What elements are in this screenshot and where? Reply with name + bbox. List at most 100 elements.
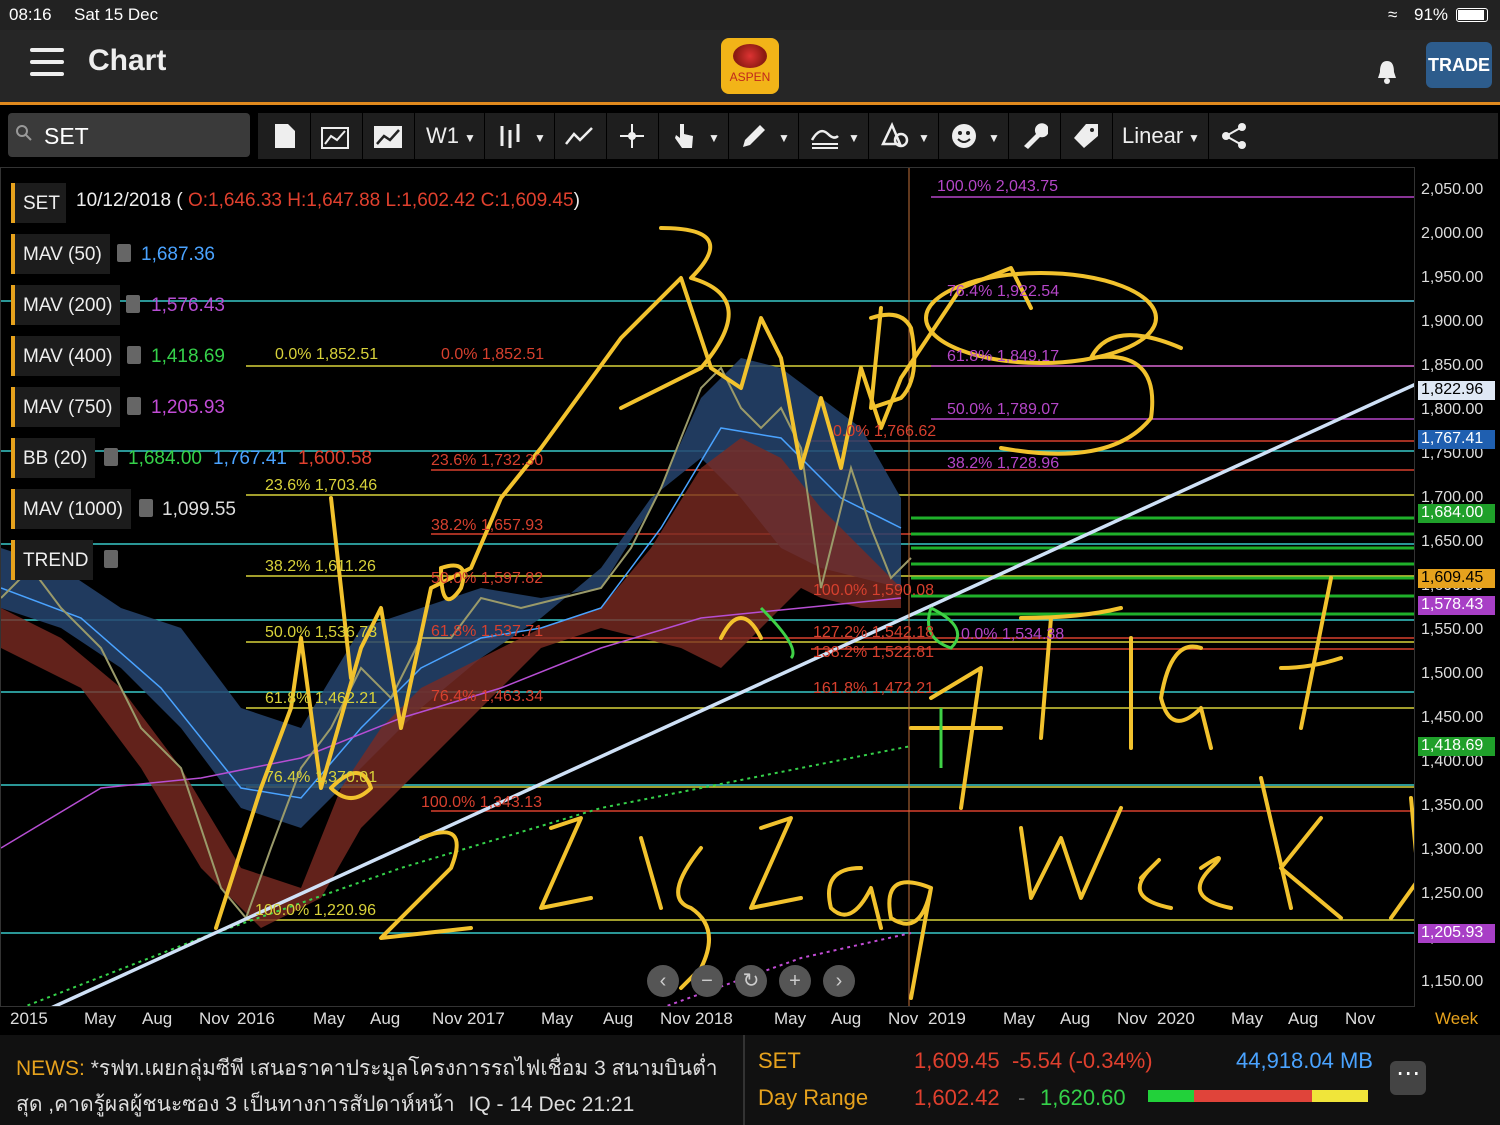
indicator-mav200[interactable]: MAV (200) [11, 285, 121, 325]
bell-icon[interactable] [1374, 58, 1400, 86]
fib-label: 23.6% 1,703.46 [265, 477, 378, 494]
settings-button[interactable] [1008, 113, 1061, 159]
fib-label: 23.6% 1,732.30 [431, 452, 544, 469]
status-time: 08:16 [9, 5, 52, 24]
bar-style-dropdown[interactable]: ▼ [484, 113, 555, 159]
time-tick-label: 2019 [928, 1009, 966, 1028]
trade-button[interactable]: TRADE [1426, 42, 1492, 88]
trash-icon[interactable] [139, 499, 153, 517]
time-tick-label: May [541, 1009, 574, 1028]
indicator-value: 1,099.55 [162, 499, 236, 520]
time-tick-label: Nov 2018 [660, 1009, 733, 1028]
trash-icon[interactable] [127, 397, 141, 415]
crosshair-button[interactable] [606, 113, 659, 159]
indicator-mav400[interactable]: MAV (400) [11, 336, 121, 376]
scale-dropdown[interactable]: Linear ▼ [1112, 113, 1209, 159]
price-axis[interactable]: 2,050.00 2,000.00 1,950.00 1,900.00 1,850.00… [1415, 167, 1500, 1007]
time-tick-label: May [1231, 1009, 1264, 1028]
trash-icon[interactable] [117, 244, 131, 262]
fib-label: 100.0% 2,043.75 [937, 178, 1058, 195]
time-axis[interactable]: 2015 May Aug Nov 2016 May Aug Nov 2017 May Aug Nov… [0, 1007, 1500, 1033]
trash-icon[interactable] [104, 448, 118, 466]
symbol-search-input[interactable]: SET [8, 113, 250, 157]
more-options-button[interactable]: ⋯ [1390, 1061, 1426, 1095]
tool-strip: W1 ▼ ▼ ▼ ▼ ▼ ▼ ▼ Linear ▼ [258, 113, 1498, 159]
pointer-dropdown[interactable]: ▼ [658, 113, 729, 159]
open-chart-button[interactable] [310, 113, 363, 159]
day-range-low: 1,602.42 [914, 1085, 1000, 1110]
pencil-dropdown[interactable]: ▼ [728, 113, 799, 159]
scroll-right-icon[interactable]: › [823, 965, 855, 997]
pencil-icon [743, 125, 765, 147]
day-range-separator: - [1018, 1085, 1026, 1110]
chevron-down-icon: ▼ [778, 131, 790, 145]
logo-text: ASPEN [729, 70, 771, 84]
time-tick-label: May [774, 1009, 807, 1028]
emoji-dropdown[interactable]: ▼ [938, 113, 1009, 159]
share-button[interactable] [1208, 113, 1260, 159]
indicator-value: 1,418.69 [151, 346, 225, 367]
fibonacci-dropdown[interactable]: ▼ [798, 113, 869, 159]
fib-label: 38.2% 1,611.26 [265, 558, 376, 575]
price-badge: 1,822.96 [1418, 381, 1495, 400]
zoom-out-icon[interactable]: − [691, 965, 723, 997]
chart-type-button[interactable] [362, 113, 415, 159]
price-tick-label: 2,000.00 [1421, 225, 1484, 242]
page-title: Chart [88, 44, 167, 77]
tag-button[interactable] [1060, 113, 1113, 159]
emoji-icon [952, 124, 976, 148]
indicator-bb20[interactable]: BB (20) [11, 438, 96, 478]
chevron-down-icon: ▼ [534, 131, 546, 145]
indicator-mav1000[interactable]: MAV (1000) [11, 489, 131, 529]
chart-toolbar: SET W1 ▼ ▼ ▼ ▼ ▼ ▼ ▼ Linear ▼ [0, 105, 1500, 167]
time-tick-label: Aug [831, 1009, 862, 1028]
zoom-in-icon[interactable]: + [779, 965, 811, 997]
time-tick-label: Nov [888, 1009, 919, 1028]
ohlc-date: 10/12/2018 [76, 190, 172, 211]
symbol-tag[interactable]: SET [11, 183, 66, 223]
interval-dropdown[interactable]: W1 ▼ [414, 113, 485, 159]
fib-label: 100.0% 1,343.13 [421, 794, 542, 811]
price-tick-label: 1,450.00 [1421, 709, 1484, 726]
chart-area[interactable]: SET 10/12/2018 ( O:1,646.33 H:1,647.88 L… [0, 167, 1500, 1033]
fibonacci-icon [810, 129, 839, 149]
trend-tool-button[interactable] [554, 113, 607, 159]
wifi-icon: ≈ [1388, 5, 1398, 24]
new-page-icon [275, 124, 295, 148]
news-ticker[interactable]: NEWS: *รฟท.เผยกลุ่มซีพี เสนอราคาประมูลโค… [16, 1051, 736, 1123]
quote-volume: 44,918.04 MB [1236, 1048, 1373, 1073]
plot-area[interactable]: SET 10/12/2018 ( O:1,646.33 H:1,647.88 L… [0, 167, 1415, 1007]
indicator-trend[interactable]: TREND [11, 540, 93, 580]
trash-icon[interactable] [126, 295, 140, 313]
new-page-button[interactable] [258, 113, 311, 159]
trash-icon[interactable] [104, 550, 118, 568]
indicator-mav750[interactable]: MAV (750) [11, 387, 121, 427]
scroll-left-icon[interactable]: ‹ [647, 965, 679, 997]
price-tick-label: 2,050.00 [1421, 181, 1484, 198]
time-tick-label: May [313, 1009, 346, 1028]
indicator-mav50[interactable]: MAV (50) [11, 234, 110, 274]
hamburger-menu-icon[interactable] [30, 48, 64, 76]
trash-icon[interactable] [127, 346, 141, 364]
fib-label: 76.4% 1,463.34 [431, 688, 544, 705]
search-icon [16, 125, 32, 141]
price-badge: 1,767.41 [1418, 430, 1495, 449]
shape-dropdown[interactable]: ▼ [868, 113, 939, 159]
fib-label: 50.0% 1,597.82 [431, 570, 544, 587]
fib-label: 61.8% 1,849.17 [947, 348, 1060, 365]
fib-label: 50.0% 1,789.07 [947, 401, 1060, 418]
time-tick-label: May [84, 1009, 117, 1028]
fib-label: 138.2% 1,522.81 [813, 644, 934, 661]
period-label[interactable]: Week [1435, 1009, 1478, 1029]
interval-value: W1 [426, 123, 459, 148]
indicator-label: MAV (1000) [23, 499, 123, 520]
reset-icon[interactable]: ↻ [735, 965, 767, 997]
news-prefix: NEWS: [16, 1057, 85, 1080]
fib-label: 76.4% 1,370.01 [265, 769, 378, 786]
price-plot[interactable] [1, 168, 1415, 1007]
status-date: Sat 15 Dec [74, 5, 159, 24]
tag-icon [1074, 124, 1098, 148]
time-tick-label: 2015 [10, 1009, 48, 1028]
chevron-down-icon: ▼ [708, 131, 720, 145]
time-tick-label: 2016 [237, 1009, 275, 1028]
